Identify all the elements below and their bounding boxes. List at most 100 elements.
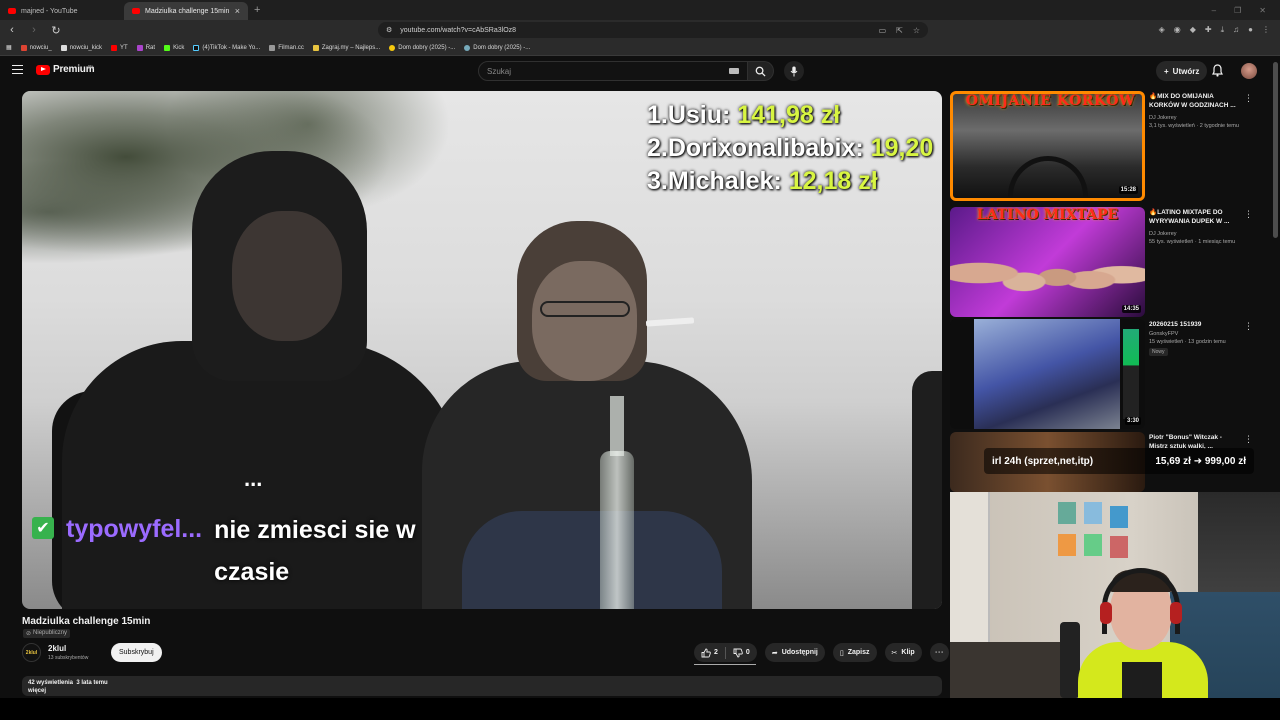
bookmark-item[interactable]: Kick	[164, 44, 184, 51]
bookmark-item[interactable]: Filman.cc	[269, 44, 304, 51]
forward-icon[interactable]: ›	[28, 24, 40, 36]
youtube-favicon-icon	[8, 8, 16, 14]
ranking-row: 2.Dorixonalibabix: 19,20	[647, 134, 934, 162]
bookmark-item[interactable]: Dom dobry (2025) -...	[464, 44, 530, 51]
tiktok-icon	[193, 44, 200, 51]
menu-icon[interactable]: ⋮	[1262, 25, 1270, 35]
notifications-bell-icon[interactable]	[1212, 64, 1223, 82]
description-box[interactable]: 42 wyświetlenia 3 lata temu więcej	[22, 676, 942, 696]
profile-icon[interactable]: ●	[1248, 25, 1253, 35]
description-more-link[interactable]: więcej	[28, 688, 936, 694]
youtube-header: Premium PL Szukaj + Utwórz	[0, 57, 1280, 85]
steering-wheel-graphic	[1008, 156, 1088, 198]
related-channel-name[interactable]: DJ Jokerey	[1149, 231, 1177, 237]
share-icon[interactable]: ⇱	[896, 26, 903, 35]
voice-search-button[interactable]	[784, 61, 804, 81]
bookmark-favicon-icon	[389, 44, 396, 51]
bookmark-item[interactable]: (4)TikTok - Make Yo...	[193, 44, 260, 51]
window-controls: – ❐ ✕	[1212, 6, 1280, 15]
apps-grid-icon[interactable]: ▦	[6, 44, 12, 51]
site-info-icon[interactable]: ⚙	[386, 26, 392, 34]
more-actions-button[interactable]: ⋯	[929, 643, 949, 662]
webcam-overlay	[950, 492, 1280, 698]
menu-hamburger-icon[interactable]	[12, 65, 23, 74]
kebab-menu-icon[interactable]: ⋮	[1244, 321, 1253, 332]
thumbnail-people	[950, 229, 1145, 317]
related-video-item[interactable]: 3:30 20260215 151939 GonskyFPV 15 wyświe…	[950, 319, 1270, 431]
x-logo-icon	[60, 44, 67, 51]
puzzle-icon[interactable]: ✚	[1205, 25, 1212, 35]
bookmark-item[interactable]: Rat	[136, 44, 155, 51]
youtube-logo[interactable]: Premium	[36, 64, 95, 75]
share-button[interactable]: ➦ Udostępnij	[764, 643, 825, 662]
video-title: Madziulka challenge 15min	[22, 616, 151, 627]
bookmark-item[interactable]: Zagraj.my – Najleps...	[312, 44, 380, 51]
region-code: PL	[88, 65, 95, 71]
close-window-icon[interactable]: ✕	[1259, 6, 1266, 15]
related-video-title[interactable]: 🔥LATINO MIXTAPE DO WYRYWANIA DUPEK W ...	[1149, 209, 1241, 226]
clip-button[interactable]: ✂ Klip	[884, 643, 922, 662]
extension-icon[interactable]: ◈	[1159, 25, 1165, 35]
kebab-menu-icon[interactable]: ⋮	[1244, 93, 1253, 104]
back-icon[interactable]: ‹	[6, 24, 18, 36]
video-player[interactable]: 1.Usiu: 141,98 zł 2.Dorixonalibabix: 19,…	[22, 91, 942, 609]
keyboard-icon[interactable]	[729, 68, 739, 74]
related-channel-name[interactable]: GonskyFPV	[1149, 331, 1178, 337]
video-thumbnail[interactable]: LATINO MIXTAPE 14:35	[950, 207, 1145, 317]
create-button[interactable]: + Utwórz	[1156, 61, 1208, 81]
bookmark-star-icon[interactable]: ☆	[913, 26, 920, 35]
search-button[interactable]	[748, 61, 774, 81]
cast-icon[interactable]: ▭	[879, 26, 887, 35]
create-label: Utwórz	[1172, 66, 1200, 76]
tab-title: Madziulka challenge 15min	[145, 7, 230, 15]
subscribe-button[interactable]: Subskrybuj	[111, 643, 162, 662]
video-duration: 3:30	[1124, 417, 1141, 425]
page-scrollbar[interactable]	[1273, 62, 1278, 238]
bookmark-favicon-icon	[269, 44, 276, 51]
dislike-button[interactable]: 0	[726, 648, 757, 658]
extension-icon[interactable]: ◉	[1174, 25, 1181, 35]
kebab-menu-icon[interactable]: ⋮	[1244, 434, 1253, 445]
video-thumbnail[interactable]: 3:30	[950, 319, 1145, 429]
related-video-title[interactable]: 🔥MIX DO OMIJANIA KORKÓW W GODZINACH ...	[1149, 93, 1241, 110]
bookmark-item[interactable]: Dom dobry (2025) -...	[389, 44, 455, 51]
dislike-count: 0	[745, 649, 750, 656]
like-dislike-group: 2 0	[694, 643, 757, 662]
new-tab-button[interactable]: +	[248, 4, 266, 16]
related-channel-name[interactable]: DJ Jokerey	[1149, 115, 1177, 121]
save-button[interactable]: ▯ Zapisz	[832, 643, 877, 662]
minimize-icon[interactable]: –	[1212, 6, 1216, 15]
related-video-item[interactable]: LATINO MIXTAPE 14:35 🔥LATINO MIXTAPE DO …	[950, 207, 1270, 319]
fire-icon: 🔥	[1149, 93, 1158, 100]
like-button[interactable]: 2	[694, 648, 725, 658]
browser-tab-active[interactable]: Madziulka challenge 15min ×	[124, 2, 248, 20]
upload-date: 3 lata temu	[76, 680, 108, 686]
url-field[interactable]: ⚙ youtube.com/watch?v=cAbSRa3lOz8 ▭ ⇱ ☆	[378, 22, 928, 38]
thumbnail-caption: LATINO MIXTAPE	[976, 207, 1119, 223]
video-bottle	[610, 396, 624, 456]
search-input[interactable]: Szukaj	[478, 61, 748, 81]
browser-tab[interactable]: majned - YouTube	[0, 2, 124, 20]
visibility-badge: ⊘ Niepubliczny	[23, 629, 71, 638]
account-avatar[interactable]	[1241, 63, 1257, 79]
extensions-bar: ◈ ◉ ◆ ✚ ⤓ ♫ ● ⋮	[1159, 25, 1274, 35]
channel-avatar[interactable]: 2klul	[22, 643, 41, 662]
chat-message-overlay: ✔ typowyfel... nie zmiesci sie w czasie	[32, 509, 464, 593]
bookmark-item[interactable]: nowciu_kick	[60, 44, 102, 51]
bookmark-item[interactable]: YT	[111, 44, 128, 51]
kebab-menu-icon[interactable]: ⋮	[1244, 209, 1253, 220]
bookmark-item[interactable]: nowciu_	[20, 44, 52, 51]
video-bottle	[600, 451, 634, 609]
close-tab-icon[interactable]: ×	[235, 6, 240, 16]
video-thumbnail[interactable]: OMIJANIE KORKÓW 15:28	[950, 91, 1145, 201]
related-video-item[interactable]: OMIJANIE KORKÓW 15:28 🔥MIX DO OMIJANIA K…	[950, 91, 1270, 203]
extension-icon[interactable]: ◆	[1190, 25, 1196, 35]
related-video-title[interactable]: 20260215 151939	[1149, 321, 1241, 330]
downloads-icon[interactable]: ⤓	[1221, 25, 1225, 35]
channel-name[interactable]: 2klul	[48, 644, 66, 653]
maximize-icon[interactable]: ❐	[1234, 6, 1241, 15]
media-icon[interactable]: ♫	[1233, 25, 1239, 35]
reload-icon[interactable]: ↻	[50, 24, 62, 37]
youtube-play-icon	[36, 64, 50, 75]
new-badge: Nowy	[1149, 348, 1168, 356]
